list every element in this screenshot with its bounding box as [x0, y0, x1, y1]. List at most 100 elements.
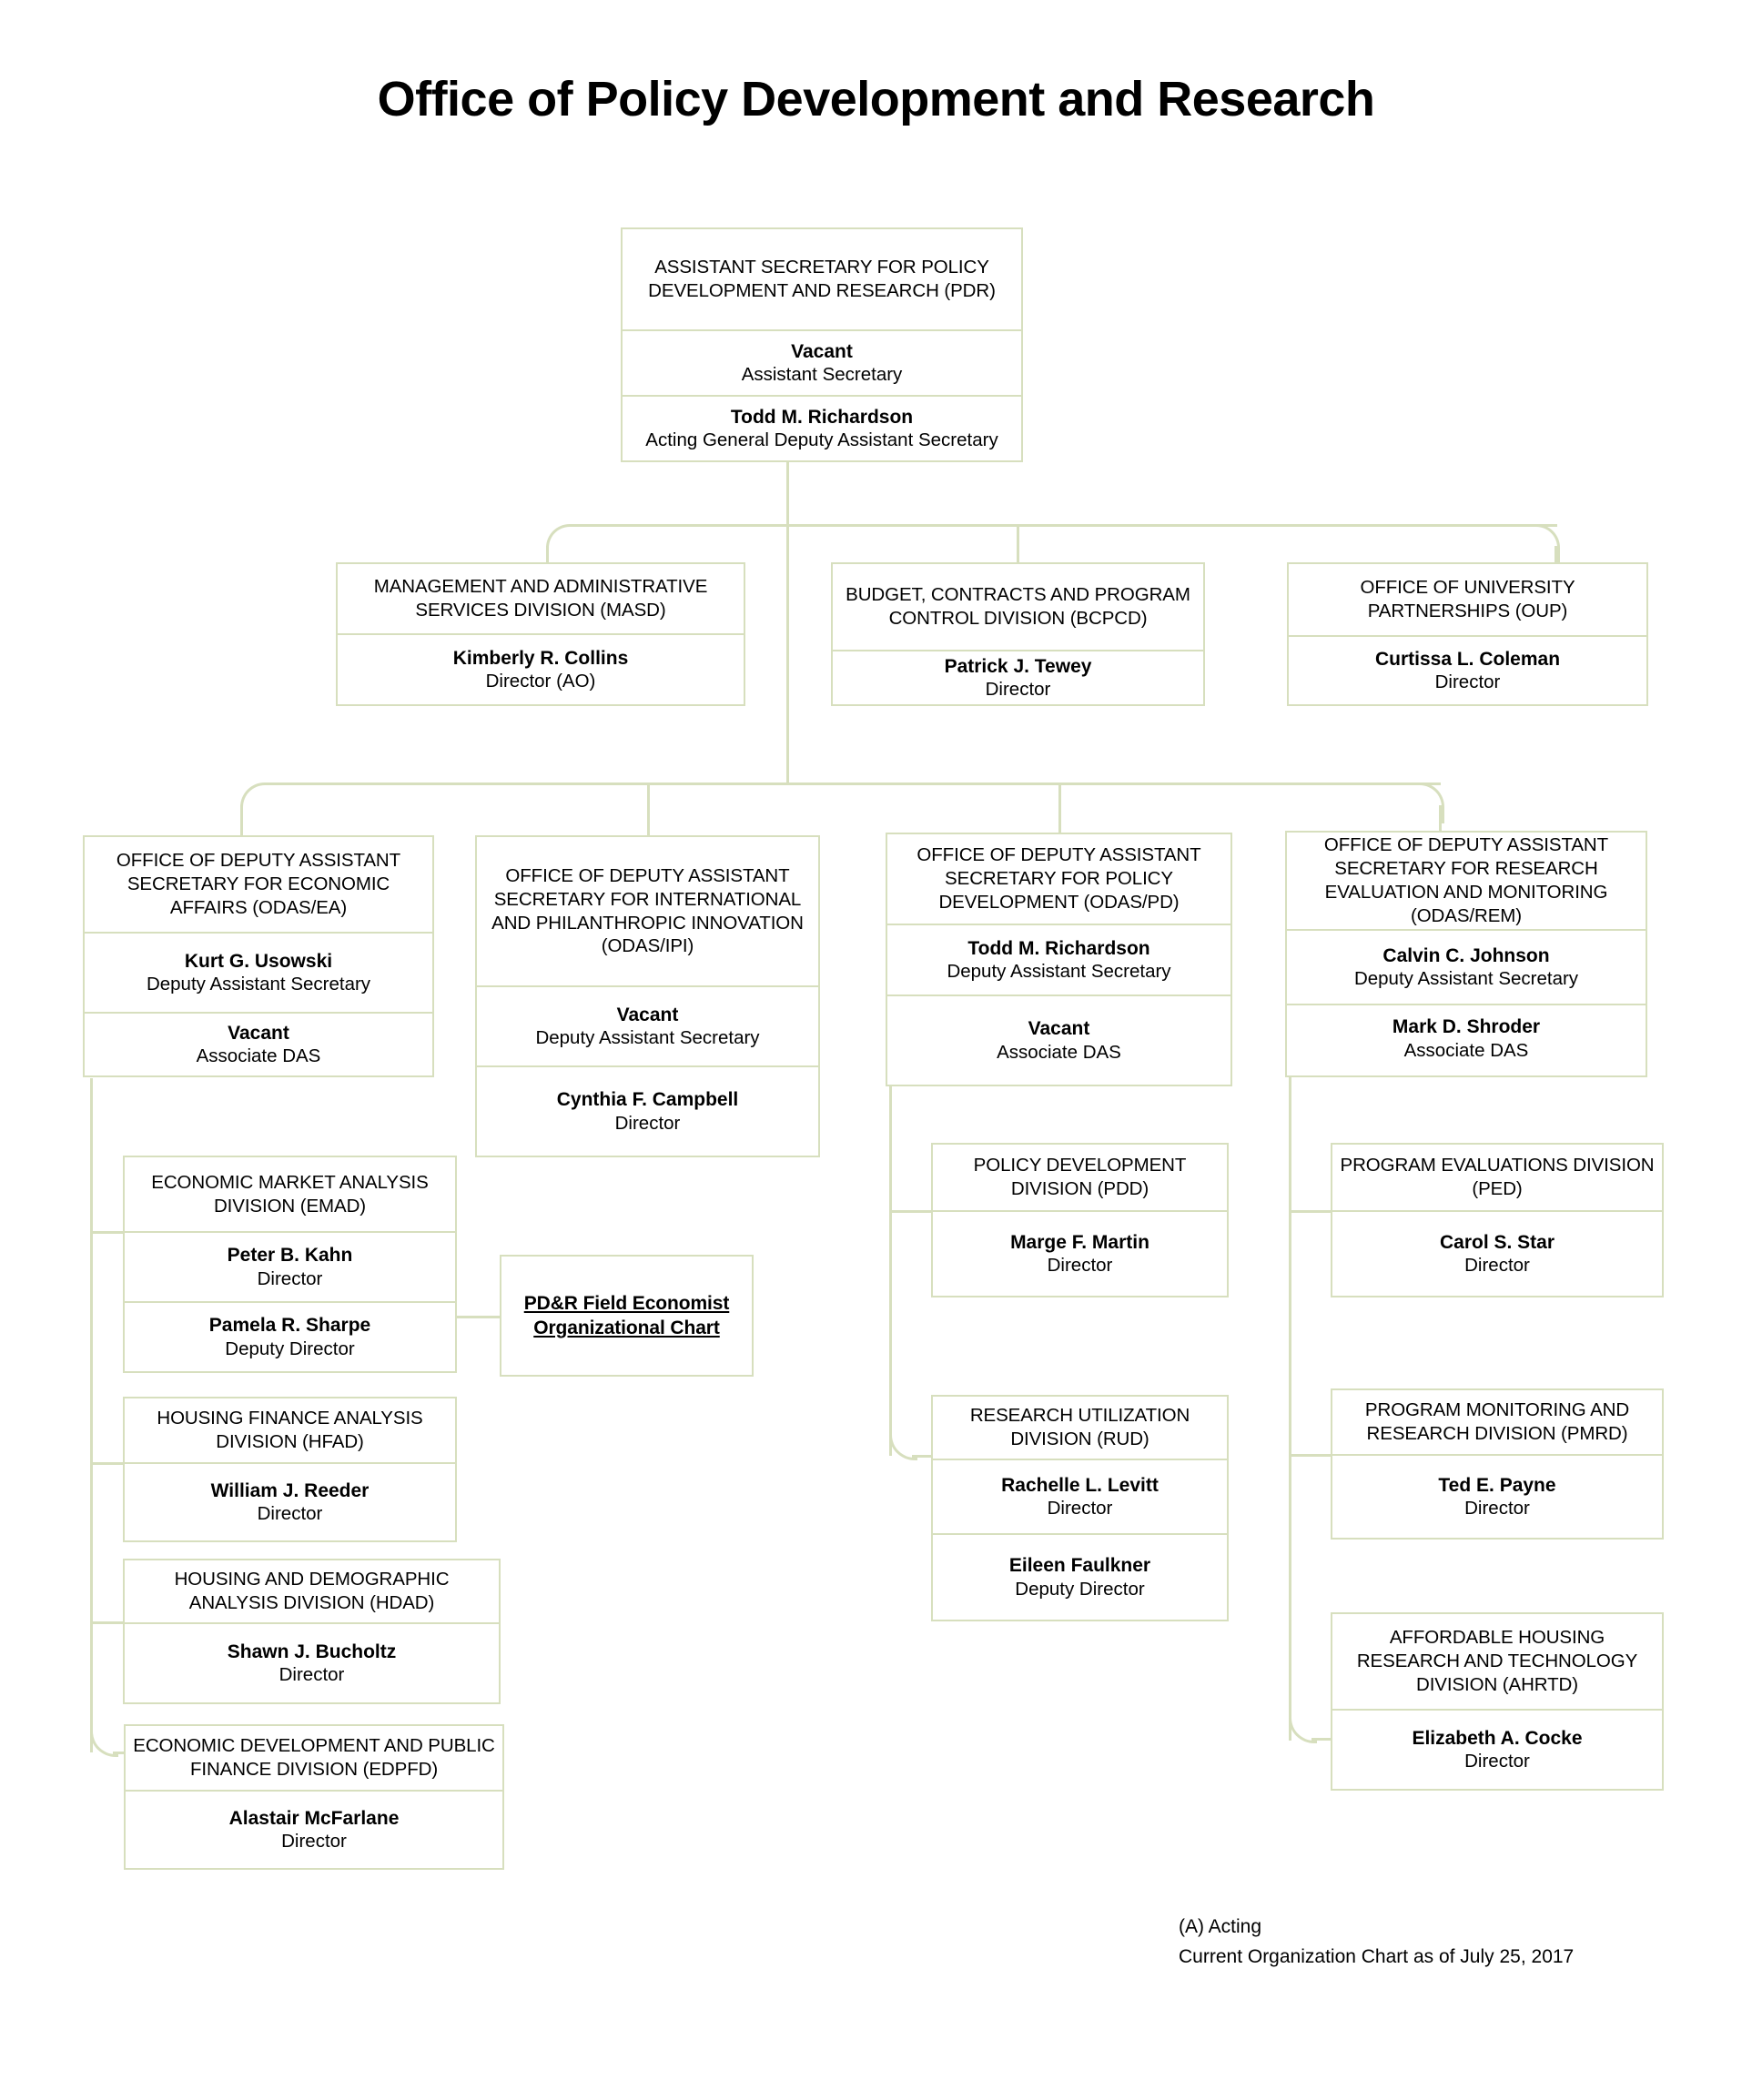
unit-label: PROGRAM MONITORING AND RESEARCH DIVISION… [1364, 1399, 1630, 1444]
box-odas-ea-title: OFFICE OF DEPUTY ASSISTANT SECRETARY FOR… [85, 837, 432, 934]
person-role: Director [1464, 1751, 1530, 1772]
person-name: Todd M. Richardson [967, 937, 1150, 959]
box-odas-pd-person-1: Vacant Associate DAS [887, 996, 1230, 1085]
box-odas-ipi-person-1: Cynthia F. Campbell Director [477, 1067, 818, 1156]
box-pdd[interactable]: POLICY DEVELOPMENT DIVISION (PDD) Marge … [931, 1143, 1229, 1297]
box-oup-person-0: Curtissa L. Coleman Director [1289, 637, 1646, 704]
connector-level2-bus [569, 524, 1557, 527]
unit-label: HOUSING FINANCE ANALYSIS DIVISION (HFAD) [157, 1408, 423, 1452]
box-pmrd[interactable]: PROGRAM MONITORING AND RESEARCH DIVISION… [1331, 1388, 1664, 1540]
box-ped-person-0: Carol S. Star Director [1332, 1212, 1662, 1296]
person-role: Director [1464, 1498, 1530, 1519]
person-name: Vacant [228, 1022, 289, 1044]
person-role: Director [278, 1664, 345, 1686]
connector-rem-trunk [1289, 1074, 1291, 1741]
unit-label: OFFICE OF DEPUTY ASSISTANT SECRETARY FOR… [116, 850, 401, 918]
box-odas-rem[interactable]: OFFICE OF DEPUTY ASSISTANT SECRETARY FOR… [1285, 831, 1647, 1077]
box-pdd-title: POLICY DEVELOPMENT DIVISION (PDD) [933, 1145, 1227, 1212]
person-name: Kimberly R. Collins [452, 647, 629, 669]
box-field-economist-chart-link[interactable]: PD&R Field Economist Organizational Char… [500, 1255, 754, 1377]
connector-ea-stub-hdad [90, 1621, 125, 1624]
connector-ea-trunk [90, 1078, 93, 1752]
person-name: Alastair McFarlane [228, 1807, 400, 1829]
box-odas-rem-person-0: Calvin C. Johnson Deputy Assistant Secre… [1287, 931, 1646, 1005]
box-edpfd-title: ECONOMIC DEVELOPMENT AND PUBLIC FINANCE … [126, 1726, 502, 1792]
person-role: Deputy Assistant Secretary [1353, 968, 1579, 990]
person-name: Eileen Faulkner [1008, 1555, 1151, 1577]
connector-ea-stub-hfad [90, 1462, 125, 1465]
connector-drop-odas-ea [240, 805, 243, 835]
connector-rem-stub-ped [1289, 1210, 1332, 1213]
unit-label: HOUSING AND DEMOGRAPHIC ANALYSIS DIVISIO… [174, 1569, 450, 1613]
box-emad-person-0: Peter B. Kahn Director [125, 1233, 455, 1303]
box-odas-ipi-title: OFFICE OF DEPUTY ASSISTANT SECRETARY FOR… [477, 837, 818, 987]
connector-drop-odas-rem [1439, 805, 1442, 833]
person-role: Deputy Director [225, 1338, 355, 1359]
unit-label: ECONOMIC MARKET ANALYSIS DIVISION (EMAD) [151, 1171, 429, 1217]
box-pdd-person-0: Marge F. Martin Director [933, 1212, 1227, 1296]
box-masd[interactable]: MANAGEMENT AND ADMINISTRATIVE SERVICES D… [336, 562, 745, 706]
box-pdr-root-person-0: Vacant Assistant Secretary [623, 331, 1021, 397]
person-name: Ted E. Payne [1438, 1474, 1556, 1496]
box-rud[interactable]: RESEARCH UTILIZATION DIVISION (RUD) Rach… [931, 1395, 1229, 1621]
person-name: Marge F. Martin [1010, 1231, 1149, 1253]
box-rud-person-1: Eileen Faulkner Deputy Director [933, 1535, 1227, 1620]
box-masd-person-0: Kimberly R. Collins Director (AO) [338, 635, 744, 704]
person-name: Mark D. Shroder [1392, 1016, 1541, 1038]
person-role: Associate DAS [196, 1045, 321, 1067]
page-title: Office of Policy Development and Researc… [377, 72, 1375, 126]
field-chart-link-line2[interactable]: Organizational Chart [524, 1316, 730, 1340]
person-name: Patrick J. Tewey [944, 655, 1092, 677]
connector-elbow-masd [546, 524, 572, 563]
box-odas-pd-title: OFFICE OF DEPUTY ASSISTANT SECRETARY FOR… [887, 834, 1230, 925]
box-pdr-root[interactable]: ASSISTANT SECRETARY FOR POLICY DEVELOPME… [621, 227, 1023, 462]
box-odas-ipi[interactable]: OFFICE OF DEPUTY ASSISTANT SECRETARY FOR… [475, 835, 820, 1157]
person-name: Vacant [791, 340, 853, 362]
person-role: Director [614, 1112, 681, 1134]
box-pdr-root-person-1: Todd M. Richardson Acting General Deputy… [623, 397, 1021, 460]
box-masd-title: MANAGEMENT AND ADMINISTRATIVE SERVICES D… [338, 564, 744, 635]
unit-label: ASSISTANT SECRETARY FOR POLICY DEVELOPME… [648, 257, 996, 301]
person-name: Kurt G. Usowski [184, 950, 333, 972]
connector-drop-masd [546, 546, 549, 564]
unit-label: ECONOMIC DEVELOPMENT AND PUBLIC FINANCE … [133, 1735, 495, 1780]
box-oup[interactable]: OFFICE OF UNIVERSITY PARTNERSHIPS (OUP) … [1287, 562, 1648, 706]
box-hfad-person-0: William J. Reeder Director [125, 1464, 455, 1540]
box-emad-title: ECONOMIC MARKET ANALYSIS DIVISION (EMAD) [125, 1157, 455, 1233]
person-role: Deputy Assistant Secretary [947, 961, 1171, 983]
box-hdad[interactable]: HOUSING AND DEMOGRAPHIC ANALYSIS DIVISIO… [123, 1559, 501, 1704]
box-ped[interactable]: PROGRAM EVALUATIONS DIVISION (PED) Carol… [1331, 1143, 1664, 1297]
connector-pd-stub-rud [912, 1455, 933, 1458]
person-role: Deputy Director [1015, 1578, 1145, 1600]
box-odas-pd-person-0: Todd M. Richardson Deputy Assistant Secr… [887, 925, 1230, 996]
box-odas-ea[interactable]: OFFICE OF DEPUTY ASSISTANT SECRETARY FOR… [83, 835, 434, 1077]
person-name: Carol S. Star [1439, 1231, 1555, 1253]
person-name: Elizabeth A. Cocke [1412, 1727, 1583, 1749]
field-chart-link-line1[interactable]: PD&R Field Economist [524, 1291, 730, 1316]
footer-acting-note: (A) Acting [1179, 1916, 1262, 1937]
person-role: Associate DAS [997, 1041, 1121, 1063]
unit-label: BUDGET, CONTRACTS AND PROGRAM CONTROL DI… [846, 584, 1190, 629]
footer-notes: (A) Acting Current Organization Chart as… [1179, 1913, 1574, 1972]
box-ahrtd[interactable]: AFFORDABLE HOUSING RESEARCH AND TECHNOLO… [1331, 1612, 1664, 1791]
box-bcpcd[interactable]: BUDGET, CONTRACTS AND PROGRAM CONTROL DI… [831, 562, 1205, 706]
person-name: Vacant [1028, 1018, 1090, 1040]
box-pdr-root-title: ASSISTANT SECRETARY FOR POLICY DEVELOPME… [623, 229, 1021, 331]
box-emad[interactable]: ECONOMIC MARKET ANALYSIS DIVISION (EMAD)… [123, 1156, 457, 1373]
person-role: Deputy Assistant Secretary [535, 1027, 760, 1049]
box-ahrtd-person-0: Elizabeth A. Cocke Director [1332, 1711, 1662, 1789]
box-odas-ipi-person-0: Vacant Deputy Assistant Secretary [477, 987, 818, 1067]
box-odas-ea-person-1: Vacant Associate DAS [85, 1014, 432, 1075]
box-edpfd[interactable]: ECONOMIC DEVELOPMENT AND PUBLIC FINANCE … [124, 1724, 504, 1870]
connector-ea-stub-emad [90, 1231, 125, 1234]
box-odas-rem-person-1: Mark D. Shroder Associate DAS [1287, 1005, 1646, 1072]
unit-label: OFFICE OF DEPUTY ASSISTANT SECRETARY FOR… [1323, 834, 1609, 926]
box-hfad[interactable]: HOUSING FINANCE ANALYSIS DIVISION (HFAD)… [123, 1397, 457, 1542]
connector-drop-odas-ipi [647, 782, 650, 835]
box-odas-pd[interactable]: OFFICE OF DEPUTY ASSISTANT SECRETARY FOR… [886, 833, 1232, 1086]
unit-label: OFFICE OF DEPUTY ASSISTANT SECRETARY FOR… [917, 844, 1201, 913]
person-name: William J. Reeder [210, 1479, 370, 1501]
connector-emad-to-field-chart [457, 1316, 501, 1318]
person-role: Associate DAS [1403, 1039, 1529, 1061]
box-oup-title: OFFICE OF UNIVERSITY PARTNERSHIPS (OUP) [1289, 564, 1646, 637]
